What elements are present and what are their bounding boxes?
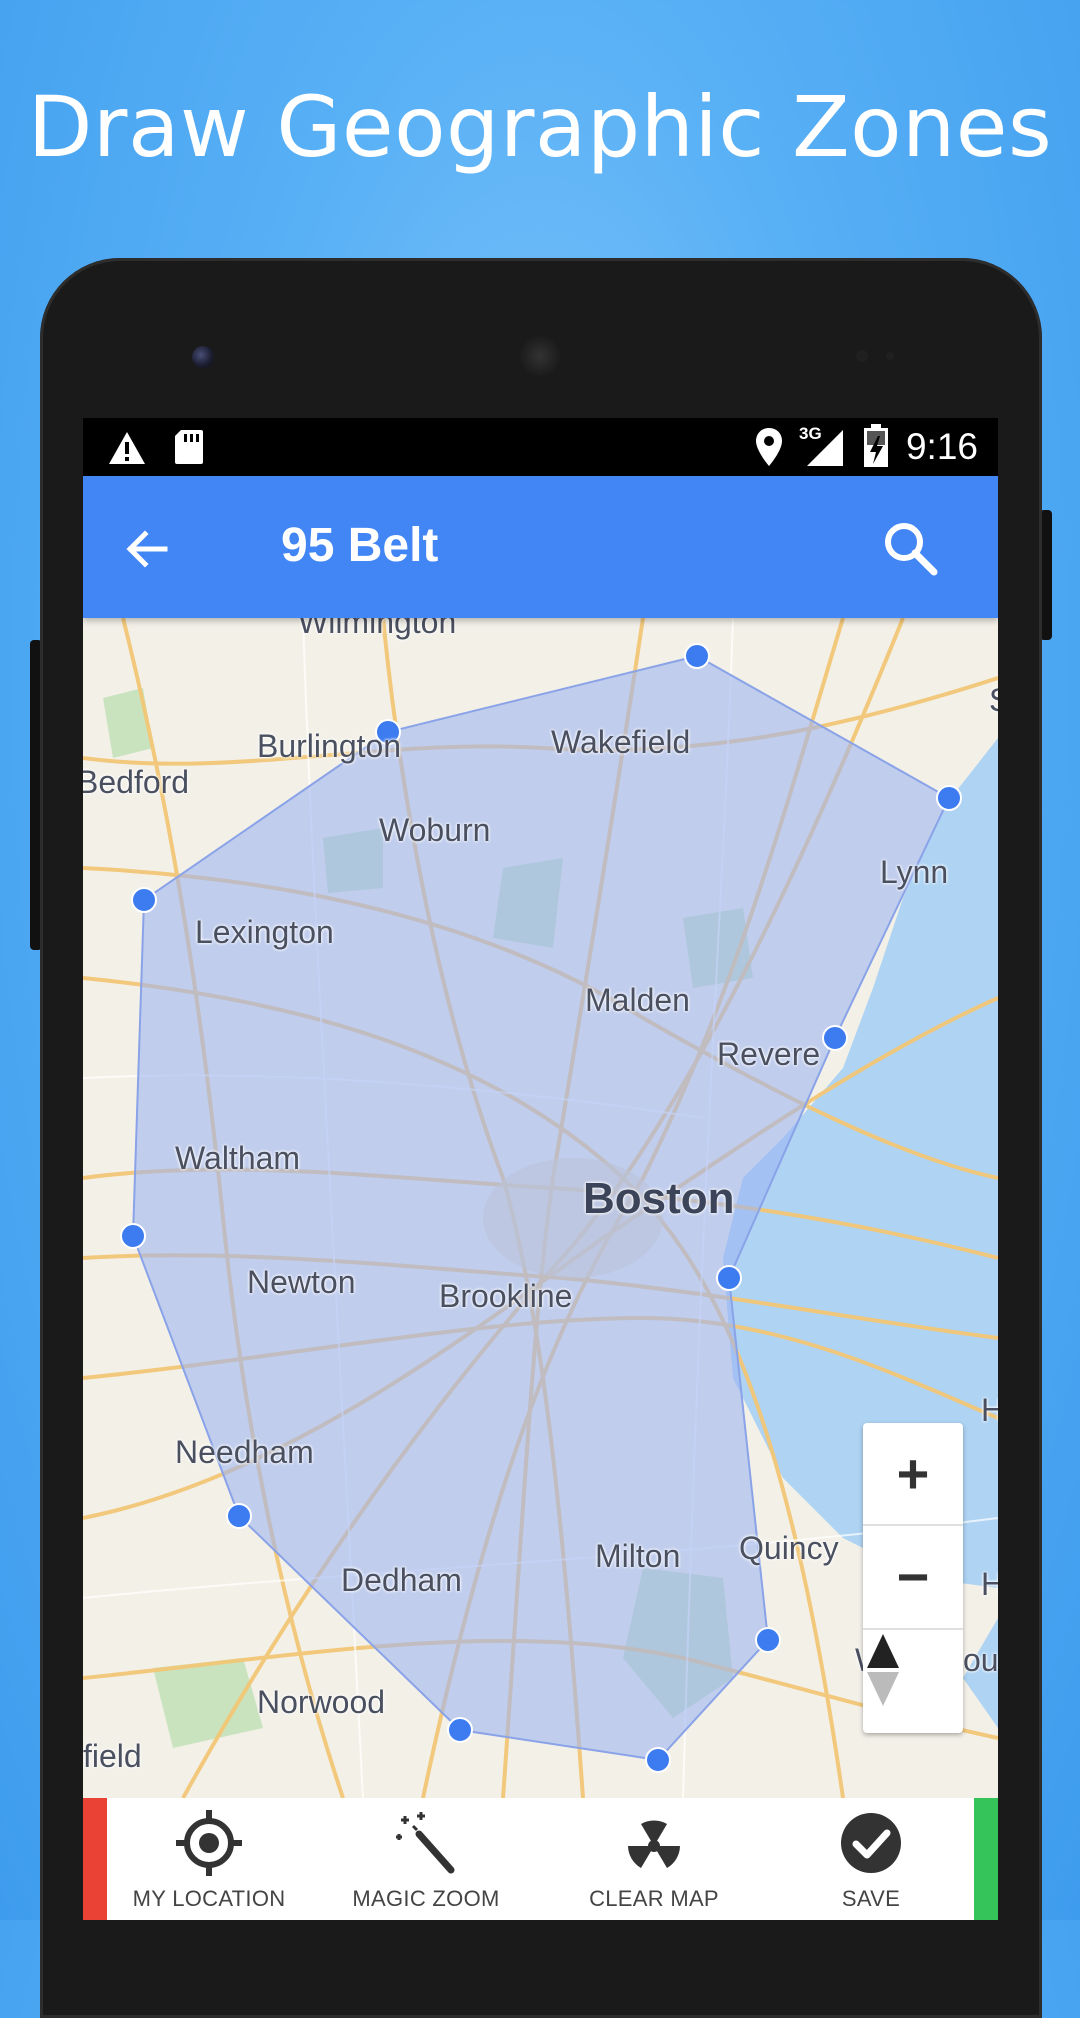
my-location-button[interactable]: MY LOCATION [114,1808,304,1912]
page-title: 95 Belt [281,519,439,572]
place-label: Norwood [257,1684,386,1720]
zoom-controls: + − [863,1423,963,1733]
location-icon [756,428,782,466]
place-label: H [981,1392,998,1428]
clear-map-label: CLEAR MAP [589,1886,719,1911]
save-label: SAVE [841,1886,901,1911]
radiation-icon [628,1820,680,1868]
check-circle-icon [841,1813,901,1873]
place-label: ou [963,1642,998,1678]
proximity-sensor [856,350,868,362]
compass-icon [867,1634,899,1706]
place-label: Lynn [880,854,949,890]
zoom-in-button[interactable]: + [863,1423,963,1523]
phone-screen: 3G 9:16 95 Belt Wilmington Burlington Wa… [83,418,998,1920]
place-label: Dedham [341,1562,462,1598]
place-label: Needham [175,1434,314,1470]
place-label: Woburn [379,812,491,848]
place-label: H [981,1566,998,1602]
place-label: Brookline [439,1278,573,1314]
place-label: Bedford [83,764,190,800]
battery-charging-icon [864,424,888,467]
place-label: Burlington [257,728,402,764]
warning-icon [109,432,145,464]
light-sensor [886,352,894,360]
place-label-boston: Boston [583,1174,735,1223]
place-label: Milton [595,1538,681,1574]
place-label: Waltham [175,1140,301,1176]
signal-icon [807,430,843,466]
place-label: Wilmington [298,618,457,640]
magic-zoom-button[interactable]: MAGIC ZOOM [331,1808,521,1912]
place-label: S [989,682,998,719]
map-view[interactable]: Wilmington Burlington Wakefield Bedford … [83,618,998,1798]
sd-card-icon [175,430,203,464]
green-side-strip [974,1798,998,1920]
earpiece-speaker [520,336,560,376]
my-location-icon [176,1810,242,1876]
place-label: Revere [717,1036,821,1072]
clear-map-button[interactable]: CLEAR MAP [559,1808,749,1912]
front-camera [192,346,214,368]
place-label: Malden [585,982,690,1018]
map-canvas [83,618,998,1798]
place-label: field [83,1738,142,1774]
app-bar: 95 Belt [83,476,998,618]
status-time: 9:16 [905,426,978,467]
headline: Draw Geographic Zones [27,78,1053,176]
magic-zoom-label: MAGIC ZOOM [352,1886,500,1911]
save-button[interactable]: SAVE [776,1808,966,1912]
zoom-out-button[interactable]: − [863,1526,963,1626]
place-label: Wakefield [551,724,691,760]
magic-wand-icon [396,1812,455,1874]
bottom-action-bar: MY LOCATION MAGIC ZOOM CLEAR MAP SAVE [83,1798,998,1920]
place-label: Newton [247,1264,356,1300]
my-location-label: MY LOCATION [132,1886,286,1911]
compass-button[interactable] [863,1630,963,1730]
place-label: Lexington [195,914,334,950]
red-side-strip [83,1798,107,1920]
place-label: Quincy [739,1530,839,1566]
status-bar: 3G 9:16 [83,418,998,476]
search-icon[interactable] [880,518,940,578]
arrow-back-icon[interactable] [121,524,171,574]
